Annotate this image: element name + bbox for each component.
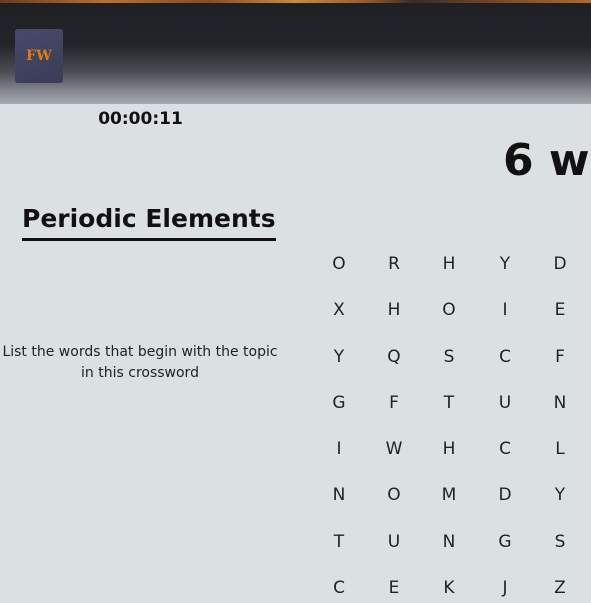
app-logo[interactable]: FW	[15, 29, 63, 83]
grid-cell[interactable]: G	[319, 388, 359, 418]
grid-cell[interactable]: U	[374, 527, 414, 557]
words-remaining-count: 6 wo	[503, 135, 591, 186]
grid-cell[interactable]: M	[429, 480, 469, 510]
grid-cell[interactable]: H	[429, 249, 469, 279]
grid-cell[interactable]: N	[319, 480, 359, 510]
grid-cell[interactable]: F	[374, 388, 414, 418]
grid-cell[interactable]: T	[429, 388, 469, 418]
grid-cell[interactable]: D	[485, 480, 525, 510]
grid-cell[interactable]: O	[319, 249, 359, 279]
instructions-text: List the words that begin with the topic…	[2, 344, 278, 381]
grid-cell[interactable]: Z	[540, 573, 580, 603]
game-timer: 00:00:11	[98, 109, 183, 129]
grid-cell[interactable]: L	[540, 434, 580, 464]
grid-cell[interactable]: H	[429, 434, 469, 464]
grid-cell[interactable]: S	[540, 527, 580, 557]
grid-cell[interactable]: K	[429, 573, 469, 603]
grid-cell[interactable]: I	[319, 434, 359, 464]
grid-cell[interactable]: I	[485, 295, 525, 325]
grid-cell[interactable]: C	[485, 434, 525, 464]
grid-cell[interactable]: X	[319, 295, 359, 325]
grid-cell[interactable]: S	[429, 342, 469, 372]
topic-title: Periodic Elements	[22, 202, 276, 241]
grid-cell[interactable]: C	[485, 342, 525, 372]
grid-cell[interactable]: D	[540, 249, 580, 279]
grid-cell[interactable]: T	[319, 527, 359, 557]
grid-cell[interactable]: U	[485, 388, 525, 418]
grid-cell[interactable]: Y	[540, 480, 580, 510]
grid-cell[interactable]: O	[374, 480, 414, 510]
grid-cell[interactable]: Q	[374, 342, 414, 372]
grid-cell[interactable]: R	[374, 249, 414, 279]
grid-cell[interactable]: F	[540, 342, 580, 372]
grid-cell[interactable]: G	[485, 527, 525, 557]
grid-cell[interactable]: J	[485, 573, 525, 603]
grid-cell[interactable]: O	[429, 295, 469, 325]
grid-cell[interactable]: C	[319, 573, 359, 603]
grid-cell[interactable]: W	[374, 434, 414, 464]
grid-cell[interactable]: E	[374, 573, 414, 603]
grid-cell[interactable]: N	[429, 527, 469, 557]
grid-cell[interactable]: Y	[485, 249, 525, 279]
app-header: FW	[0, 3, 591, 104]
grid-cell[interactable]: H	[374, 295, 414, 325]
grid-cell[interactable]: N	[540, 388, 580, 418]
grid-cell[interactable]: E	[540, 295, 580, 325]
logo-text: FW	[26, 48, 52, 64]
grid-cell[interactable]: Y	[319, 342, 359, 372]
